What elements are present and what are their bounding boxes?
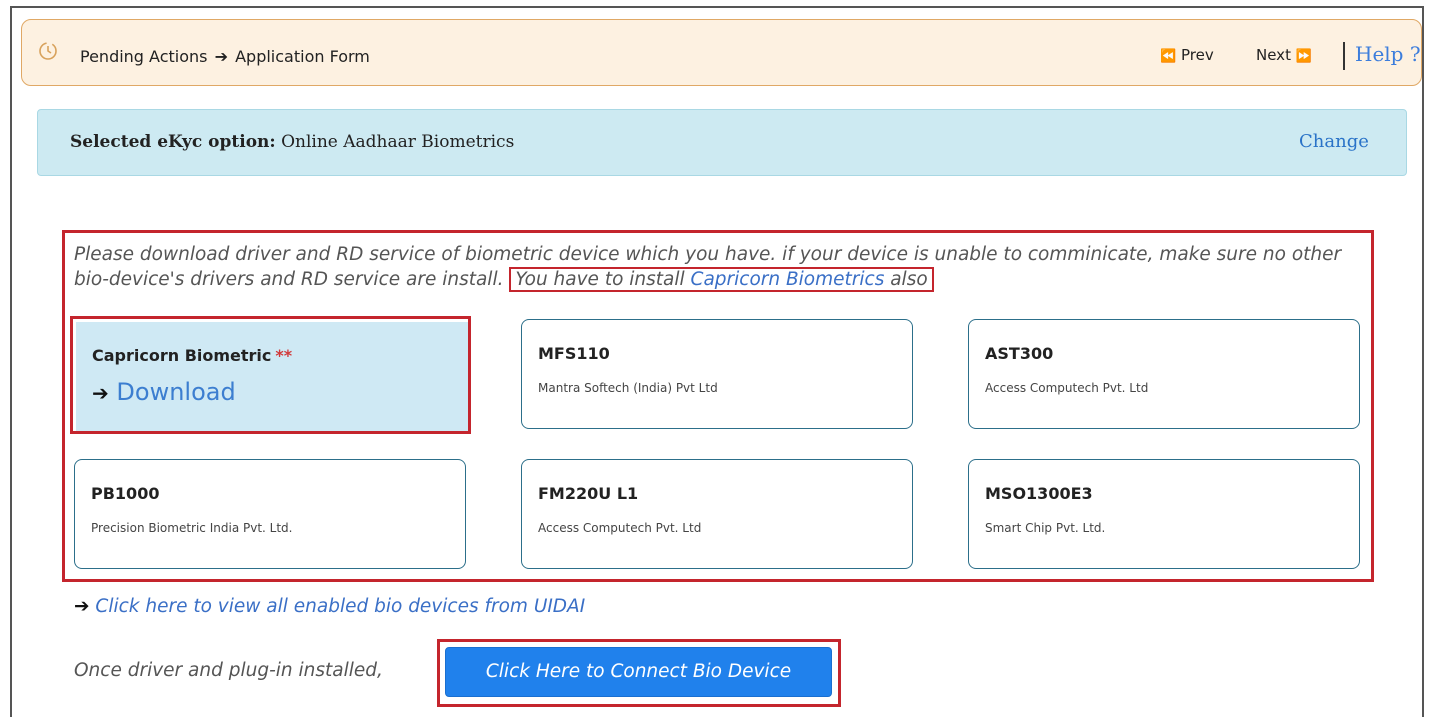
device-name: MFS110 (538, 344, 610, 363)
driver-notice: Please download driver and RD service of… (74, 242, 1364, 292)
fast-forward-icon: ⏩ (1295, 49, 1312, 64)
notice-boxed-suffix: also (884, 269, 928, 290)
device-card-mso1300e3[interactable]: MSO1300E3 Smart Chip Pvt. Ltd. (968, 459, 1360, 569)
ekyc-option-label: Selected eKyc option: Online Aadhaar Bio… (70, 132, 514, 152)
device-vendor: Access Computech Pvt. Ltd (985, 381, 1149, 395)
arrow-right-icon: ➔ (214, 47, 228, 66)
view-bio-devices-label: Click here to view all enabled bio devic… (95, 596, 586, 617)
device-name: FM220U L1 (538, 484, 639, 503)
ekyc-option-value: Online Aadhaar Biometrics (281, 132, 515, 152)
device-name: MSO1300E3 (985, 484, 1093, 503)
device-card-fm220u-l1[interactable]: FM220U L1 Access Computech Pvt. Ltd (521, 459, 913, 569)
help-link[interactable]: Help ? (1355, 42, 1421, 66)
highlight-box-capricorn (70, 316, 471, 434)
prev-label: Prev (1180, 46, 1214, 64)
device-vendor: Precision Biometric India Pvt. Ltd. (91, 521, 293, 535)
breadcrumb-bar: Pending Actions ➔ Application Form ⏪ Pre… (21, 19, 1422, 86)
capricorn-notice-box: You have to install Capricorn Biometrics… (509, 267, 934, 292)
capricorn-biometrics-link[interactable]: Capricorn Biometrics (691, 269, 885, 290)
prev-button[interactable]: ⏪ Prev (1160, 46, 1214, 64)
device-card-ast300[interactable]: AST300 Access Computech Pvt. Ltd (968, 319, 1360, 429)
device-card-pb1000[interactable]: PB1000 Precision Biometric India Pvt. Lt… (74, 459, 466, 569)
device-card-mfs110[interactable]: MFS110 Mantra Softech (India) Pvt Ltd (521, 319, 913, 429)
device-vendor: Smart Chip Pvt. Ltd. (985, 521, 1106, 535)
change-link[interactable]: Change (1299, 131, 1369, 152)
device-vendor: Access Computech Pvt. Ltd (538, 521, 702, 535)
notice-boxed-prefix: You have to install (515, 269, 691, 290)
device-vendor: Mantra Softech (India) Pvt Ltd (538, 381, 718, 395)
ekyc-option-title: Selected eKyc option: (70, 132, 276, 152)
ekyc-option-panel: Selected eKyc option: Online Aadhaar Bio… (37, 109, 1407, 176)
view-bio-devices-link[interactable]: ➔ Click here to view all enabled bio dev… (74, 596, 585, 617)
breadcrumb-item-application-form: Application Form (235, 47, 370, 66)
arrow-right-icon: ➔ (74, 596, 90, 617)
clock-icon (37, 40, 59, 62)
divider (1343, 42, 1345, 70)
connect-bio-device-button[interactable]: Click Here to Connect Bio Device (445, 647, 832, 697)
device-name: AST300 (985, 344, 1054, 363)
next-button[interactable]: Next ⏩ (1256, 46, 1312, 64)
rewind-icon: ⏪ (1160, 49, 1177, 64)
next-label: Next (1256, 46, 1291, 64)
device-name: PB1000 (91, 484, 160, 503)
connect-instructions: Once driver and plug-in installed, (74, 660, 383, 681)
breadcrumb: Pending Actions ➔ Application Form (80, 47, 370, 66)
breadcrumb-item-pending-actions[interactable]: Pending Actions (80, 47, 208, 66)
